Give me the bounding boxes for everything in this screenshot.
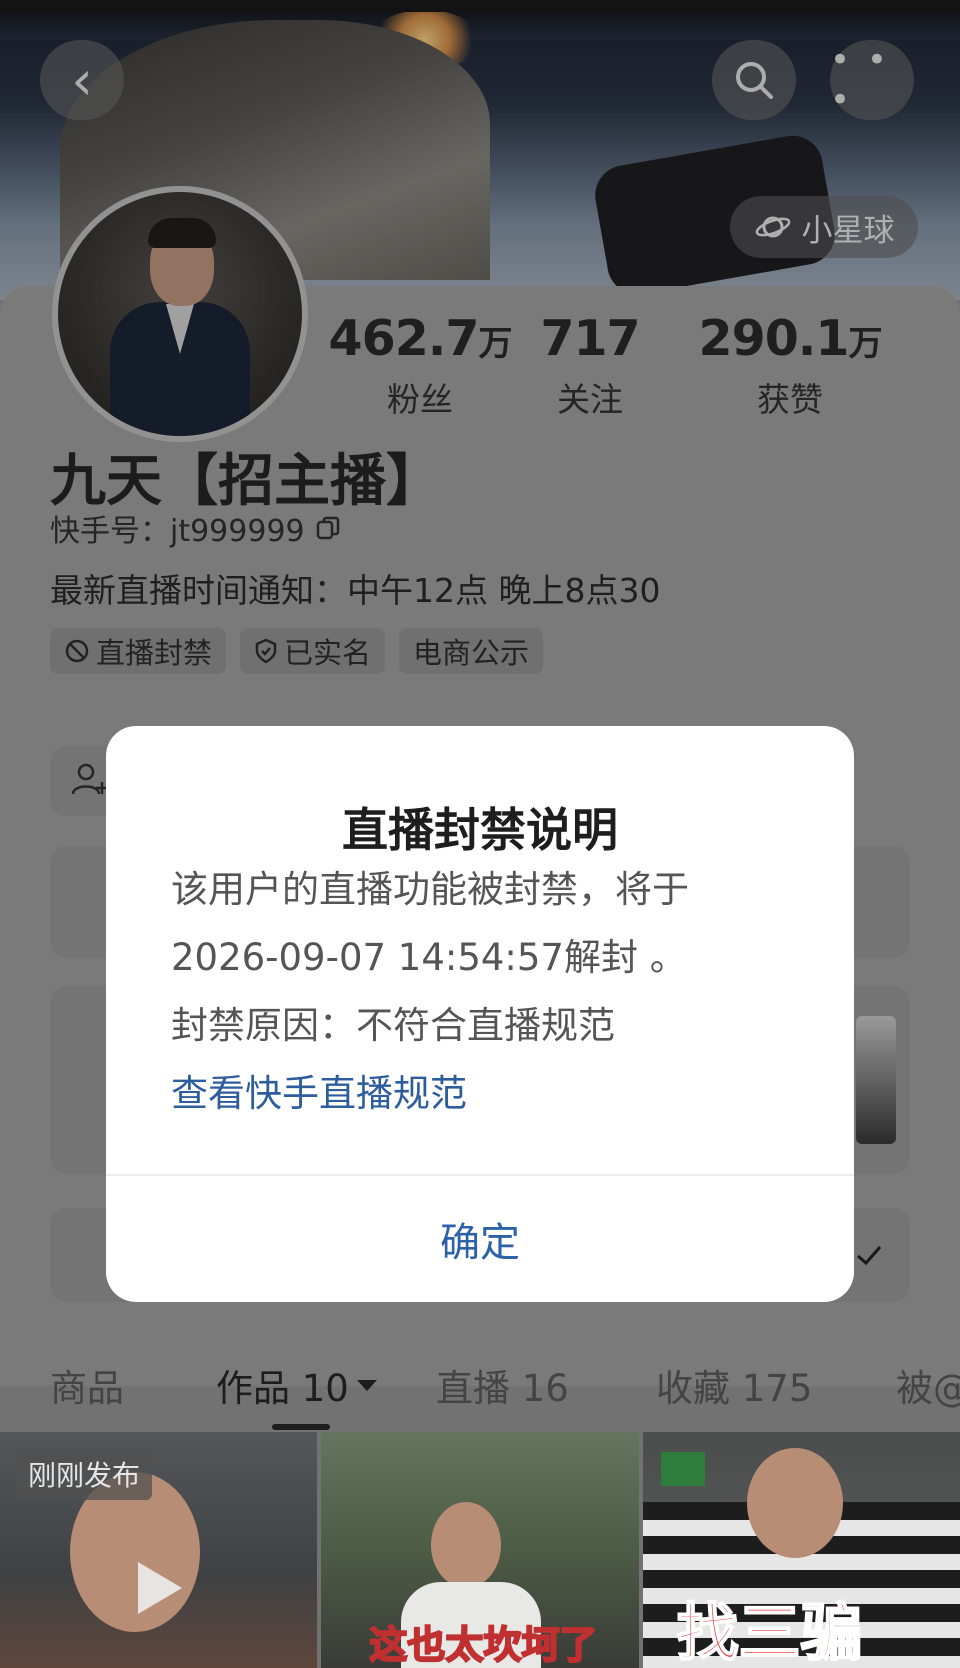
tab-products[interactable]: 商品 xyxy=(50,1358,124,1412)
exit-sign xyxy=(660,1452,705,1486)
live-rules-link[interactable]: 查看快手直播规范 xyxy=(171,1060,811,1128)
video-thumb[interactable]: 这也太坎坷了 xyxy=(321,1432,639,1668)
tab-favorites[interactable]: 收藏 175 xyxy=(656,1358,812,1412)
dialog-title: 直播封禁说明 xyxy=(342,803,618,857)
new-badge: 刚刚发布 xyxy=(16,1448,153,1500)
tab-mentioned[interactable]: 被@ xyxy=(896,1358,960,1412)
tab-live[interactable]: 直播 16 xyxy=(436,1358,569,1412)
tab-indicator xyxy=(272,1424,330,1430)
video-caption: 找三骗 xyxy=(676,1595,864,1668)
play-icon xyxy=(138,1562,182,1614)
profile-page: ‹ • • • 小星球 462.7万 粉丝 717 关注 290.1万 获赞 九… xyxy=(0,0,960,1668)
tab-works[interactable]: 作品 10 xyxy=(216,1358,377,1412)
video-thumb[interactable]: 刚刚发布 xyxy=(0,1432,318,1668)
content-tabs: 商品 作品 10 直播 16 收藏 175 被@ xyxy=(0,1354,960,1434)
confirm-button[interactable]: 确定 xyxy=(106,1176,854,1302)
video-thumb[interactable]: 找三骗 xyxy=(642,1432,960,1668)
caret-down-icon xyxy=(356,1379,377,1391)
dialog-body: 该用户的直播功能被封禁，将于 2026-09-07 14:54:57解封 。 封… xyxy=(171,856,811,1128)
video-caption: 这也太坎坷了 xyxy=(368,1622,598,1668)
video-grid: 刚刚发布 这也太坎坷了 找三骗 xyxy=(0,1432,960,1668)
ban-notice-dialog: 直播封禁说明 该用户的直播功能被封禁，将于 2026-09-07 14:54:5… xyxy=(106,726,854,1302)
